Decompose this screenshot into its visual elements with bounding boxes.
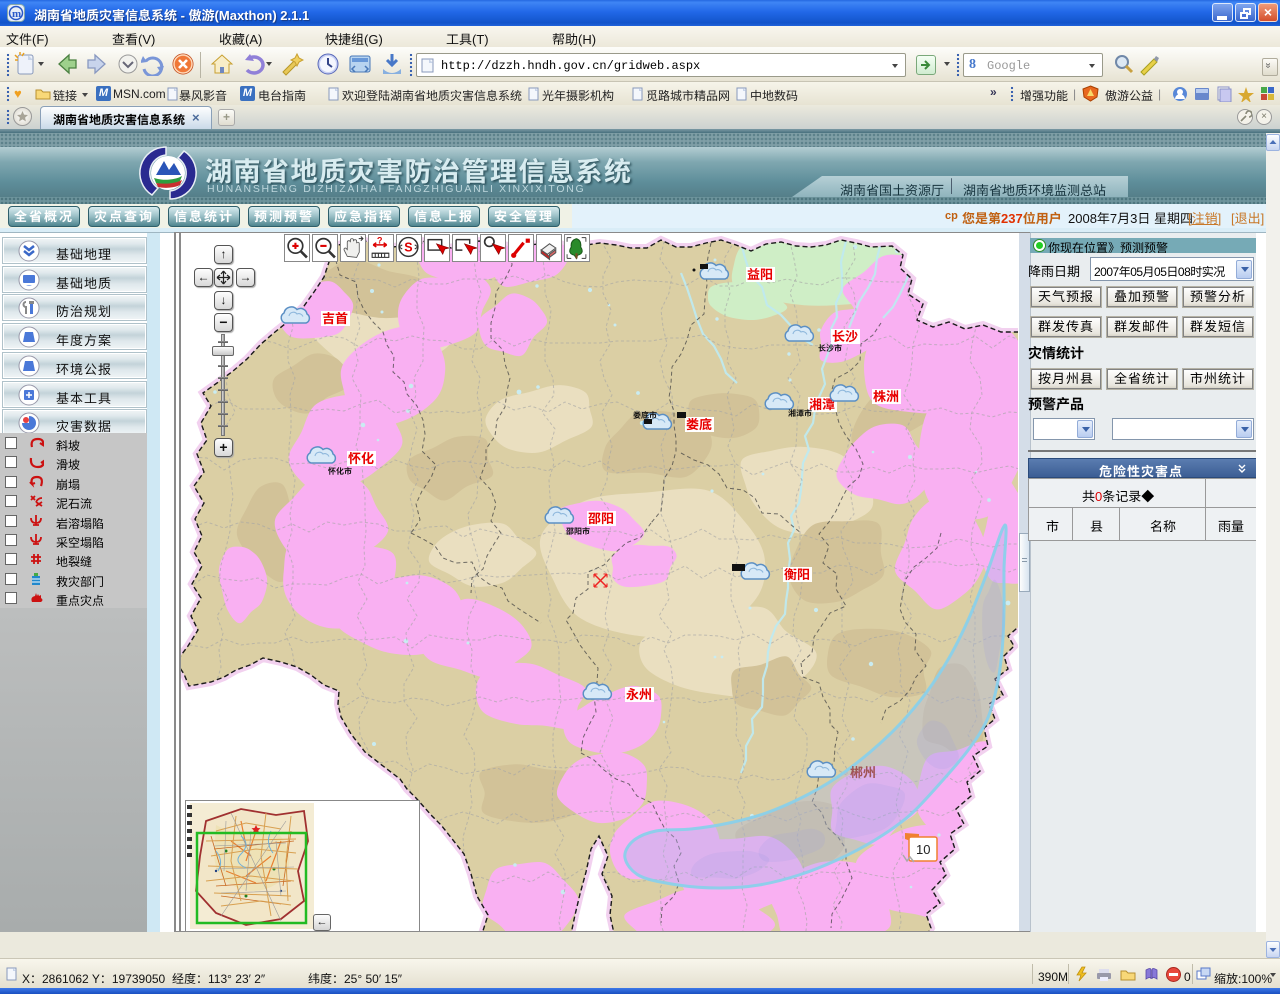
- svg-text:m: m: [12, 8, 21, 20]
- svg-text:长沙: 长沙: [832, 329, 858, 344]
- svg-text:怀化: 怀化: [348, 451, 374, 466]
- svg-text:长沙市: 长沙市: [818, 344, 842, 353]
- svg-text:邵阳市: 邵阳市: [566, 527, 590, 536]
- svg-text:吉首: 吉首: [322, 311, 348, 326]
- svg-text:永州: 永州: [626, 687, 652, 702]
- svg-text:邵阳: 邵阳: [588, 511, 614, 526]
- svg-text:S: S: [404, 241, 412, 255]
- svg-text:?: ?: [377, 235, 383, 245]
- svg-text:湘潭市: 湘潭市: [788, 409, 812, 418]
- svg-text:10: 10: [916, 842, 930, 857]
- svg-text:郴州: 郴州: [850, 765, 876, 780]
- svg-text:益阳: 益阳: [747, 267, 773, 282]
- svg-text:娄底: 娄底: [686, 417, 712, 432]
- svg-text:衡阳: 衡阳: [784, 567, 810, 582]
- svg-text:株洲: 株洲: [873, 389, 899, 404]
- svg-text:怀化市: 怀化市: [328, 467, 352, 476]
- svg-text:娄底市: 娄底市: [633, 411, 657, 420]
